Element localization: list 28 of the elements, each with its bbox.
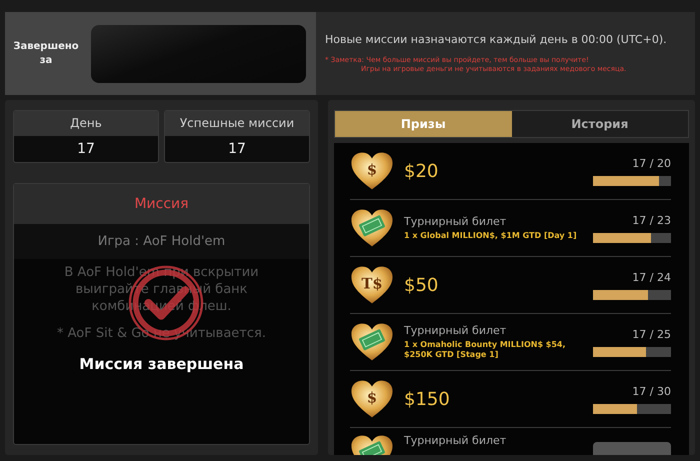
prize-title: Турнирный билет: [404, 434, 508, 447]
heart-coin-icon: $: [350, 151, 394, 191]
mission-title: Миссия: [134, 196, 189, 212]
prize-amount: $20: [404, 160, 440, 182]
progress-count: 17 / 20: [632, 156, 671, 170]
progress-count: 17 / 25: [632, 328, 671, 340]
heart-ticket-icon: [350, 322, 394, 362]
tab[interactable]: История: [512, 111, 688, 137]
prize-title: Турнирный билет: [404, 214, 508, 228]
completed-label: Завершено за: [12, 40, 80, 68]
prize-detail: 1 x Global MILLION$, $1M GTD [Day 1]: [404, 230, 578, 242]
prize-title: Турнирный билет: [404, 324, 508, 337]
stat-value: 17: [76, 140, 96, 159]
game-label: Игра : AoF Hold'em: [98, 234, 226, 249]
progress-count: 17 / 24: [632, 270, 671, 284]
mission-status: Миссия завершена: [79, 354, 244, 373]
heart-coin-icon: $: [350, 379, 394, 419]
progress-count: 17 / 23: [632, 214, 671, 226]
stat-value: 17: [227, 140, 247, 159]
heart-ticket-icon: [350, 208, 394, 248]
prize-detail: 1 x Omaholic Bounty MILLION$ $54, $250K GTD [Stage 1]: [404, 340, 567, 360]
heart-coin-icon: T$: [350, 265, 394, 305]
stat-label: День: [14, 111, 158, 136]
prize-amount: $50: [404, 274, 440, 296]
progress-count: 17 / 30: [632, 384, 671, 398]
stat-label: Успешные миссии: [165, 111, 309, 136]
info-text: Новые миссии назначаются каждый день в 00:00 (UTC+0).: [325, 32, 667, 46]
prize-amount: $150: [404, 388, 451, 410]
